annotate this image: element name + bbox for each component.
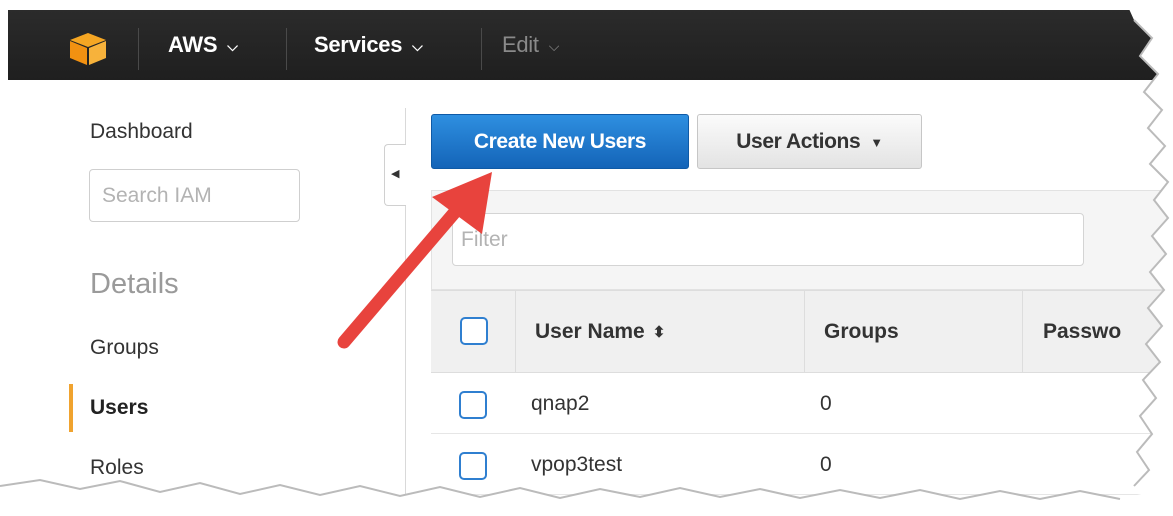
row-checkbox[interactable] (459, 452, 487, 480)
aws-menu-label: AWS (168, 32, 218, 57)
user-name-cell[interactable]: qnap2 (531, 392, 589, 416)
aws-cube-icon[interactable] (68, 32, 108, 66)
user-actions-label: User Actions (736, 130, 861, 153)
groups-cell: 0 (820, 392, 832, 415)
column-header-password[interactable]: Passwo (1043, 290, 1121, 373)
column-header-groups[interactable]: Groups (824, 290, 899, 373)
column-divider (804, 290, 805, 373)
edit-menu[interactable]: Edit ⌵ (502, 10, 559, 80)
sidebar-item-roles[interactable]: Roles (90, 456, 144, 480)
row-checkbox[interactable] (459, 391, 487, 419)
nav-divider (138, 28, 139, 70)
top-nav-bar: AWS ⌵ Services ⌵ Edit ⌵ (8, 10, 1168, 80)
user-name-cell[interactable]: vpop3test (531, 453, 622, 477)
caret-down-icon: ▼ (870, 134, 883, 150)
user-actions-button[interactable]: User Actions ▼ (697, 114, 922, 169)
active-indicator (69, 384, 73, 432)
services-menu-label: Services (314, 32, 403, 57)
groups-cell: 0 (820, 453, 832, 476)
column-divider (1022, 290, 1023, 373)
column-header-label: User Name (535, 320, 645, 343)
chevron-down-icon: ⌵ (548, 38, 560, 55)
sort-icon: ⬍ (652, 323, 666, 341)
column-header-user-name[interactable]: User Name ⬍ (535, 290, 665, 373)
aws-menu[interactable]: AWS ⌵ (168, 10, 238, 80)
sidebar-item-dashboard[interactable]: Dashboard (90, 120, 193, 144)
filter-input[interactable]: Filter (452, 213, 1084, 266)
chevron-down-icon: ⌵ (412, 38, 423, 55)
edit-menu-label: Edit (502, 32, 539, 57)
sidebar-item-groups[interactable]: Groups (90, 336, 159, 360)
services-menu[interactable]: Services ⌵ (314, 10, 423, 80)
nav-divider (481, 28, 482, 70)
sidebar-item-users[interactable]: Users (90, 396, 148, 420)
chevron-down-icon: ⌵ (227, 38, 238, 55)
search-iam-input[interactable]: Search IAM (89, 169, 300, 222)
details-heading: Details (90, 268, 179, 300)
screenshot: AWS ⌵ Services ⌵ Edit ⌵ Dashboard Search IA… (0, 0, 1173, 516)
nav-divider (286, 28, 287, 70)
annotation-arrow (337, 172, 492, 349)
